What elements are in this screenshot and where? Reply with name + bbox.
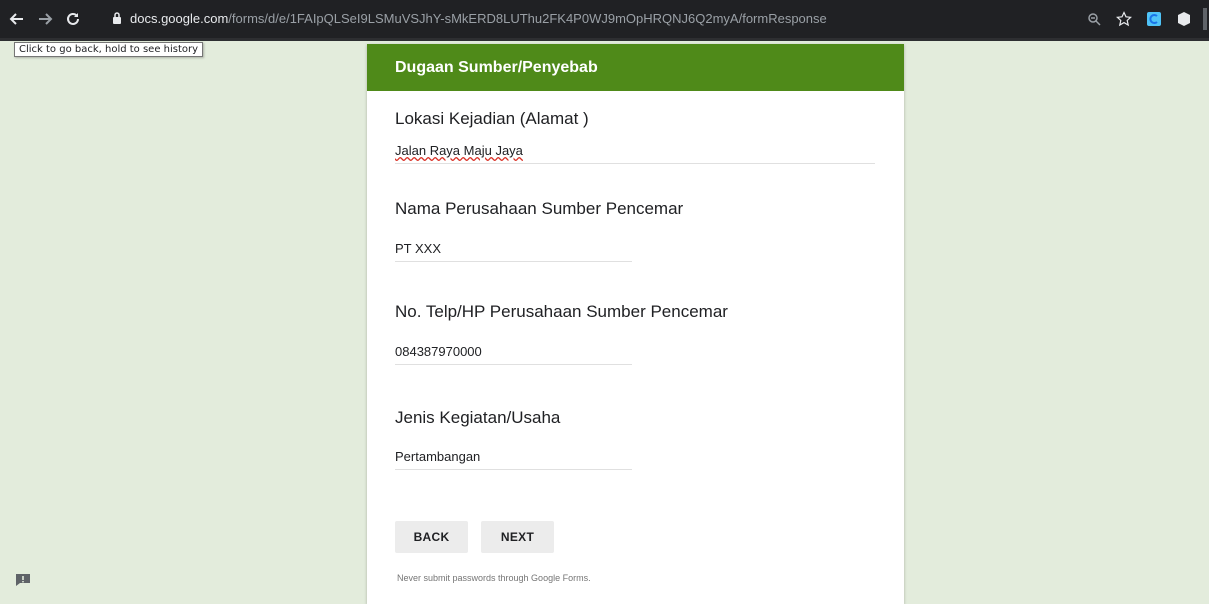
extension-icon[interactable]	[1143, 8, 1165, 30]
question-title-activity: Jenis Kegiatan/Usaha	[395, 408, 561, 427]
answer-text: Pertambangan	[395, 449, 481, 464]
back-button-tooltip: Click to go back, hold to see history	[14, 42, 204, 57]
report-issue-icon[interactable]	[15, 573, 31, 587]
answer-text: Jalan Raya Maju Jaya	[395, 143, 523, 158]
question-title-location: Lokasi Kejadian (Alamat )	[395, 109, 589, 128]
password-disclaimer: Never submit passwords through Google Fo…	[397, 573, 591, 583]
toolbar-divider	[0, 38, 1209, 41]
reload-icon[interactable]	[62, 8, 84, 30]
toolbar-edge	[1203, 8, 1207, 30]
answer-field-location[interactable]: Jalan Raya Maju Jaya	[395, 143, 875, 164]
back-arrow-icon[interactable]	[6, 8, 28, 30]
answer-field-activity[interactable]: Pertambangan	[395, 449, 632, 470]
browser-toolbar: docs.google.com/forms/d/e/1FAIpQLSeI9LSM…	[0, 0, 1209, 38]
answer-field-company[interactable]: PT XXX	[395, 241, 632, 262]
extension-icon[interactable]	[1173, 8, 1195, 30]
answer-text: PT XXX	[395, 241, 442, 256]
question-title-company: Nama Perusahaan Sumber Pencemar	[395, 199, 684, 218]
answer-text: 084387970000	[395, 344, 482, 359]
back-button[interactable]: BACK	[395, 521, 468, 553]
zoom-icon[interactable]	[1083, 8, 1105, 30]
form-card: Dugaan Sumber/Penyebab Lokasi Kejadian (…	[367, 44, 904, 604]
address-bar[interactable]: docs.google.com/forms/d/e/1FAIpQLSeI9LSM…	[112, 6, 1077, 30]
star-icon[interactable]	[1113, 8, 1135, 30]
next-button[interactable]: NEXT	[481, 521, 554, 553]
url-host: docs.google.com	[130, 10, 229, 26]
answer-field-phone[interactable]: 084387970000	[395, 344, 632, 365]
question-title-phone: No. Telp/HP Perusahaan Sumber Pencemar	[395, 302, 728, 321]
forward-arrow-icon[interactable]	[34, 8, 56, 30]
section-header: Dugaan Sumber/Penyebab	[367, 44, 904, 91]
url-path: /forms/d/e/1FAIpQLSeI9LSMuVSJhY-sMkERD8L…	[228, 10, 827, 26]
lock-icon	[112, 12, 122, 24]
section-title: Dugaan Sumber/Penyebab	[395, 58, 598, 76]
